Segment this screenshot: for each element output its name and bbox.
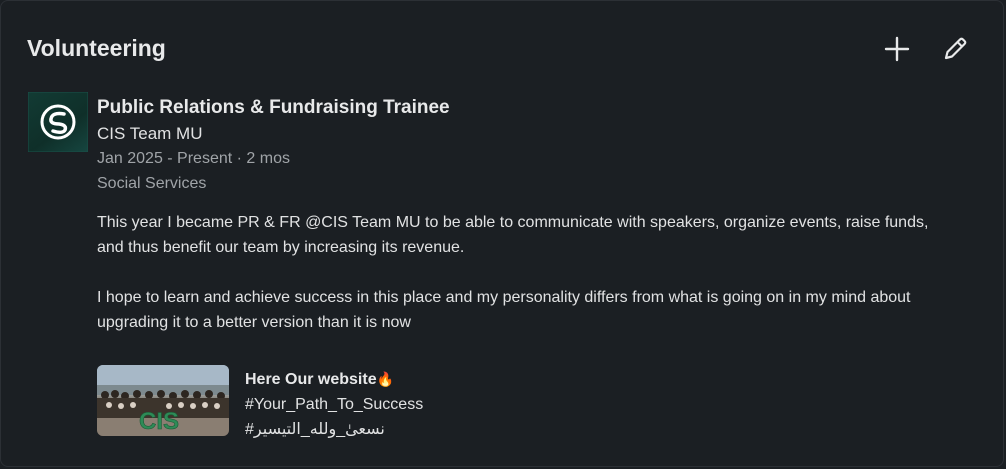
description-paragraph: I hope to learn and achieve success in t… [97,289,911,331]
media-title-text: Here Our website [245,371,377,388]
media-text: Here Our website🔥 #Your_Path_To_Success … [245,365,423,442]
cis-logo-icon [28,92,88,152]
volunteer-entry: Public Relations & Fundraising Trainee C… [97,95,957,335]
pencil-icon [944,37,967,60]
description: This year I became PR & FR @CIS Team MU … [97,210,937,335]
media-title: Here Our website🔥 [245,367,423,392]
date-range: Jan 2025 - Present · 2 mos [97,150,290,167]
description-paragraph: This year I became PR & FR @CIS Team MU … [97,214,929,256]
media-hashtag-arabic: #نسعىٰ_ولله_التيسير [245,421,385,438]
plus-icon [884,36,910,62]
media-attachment[interactable]: CIS Here Our website🔥 #Your_Path_To_Succ… [97,365,423,442]
section-actions [879,31,973,67]
volunteering-card: Volunteering Public Relations & Fundrais… [0,0,1004,467]
cause: Social Services [97,175,207,192]
organization-name: CIS Team MU [97,124,203,143]
organization-logo[interactable] [28,92,88,152]
group-photo-image: CIS [97,365,229,436]
section-title: Volunteering [27,35,166,61]
add-button[interactable] [879,31,915,67]
fire-emoji-icon: 🔥 [376,371,395,387]
media-hashtag-english: #Your_Path_To_Success [245,396,424,413]
thumb-cis-text: CIS [139,408,179,435]
edit-button[interactable] [937,31,973,67]
media-thumbnail[interactable]: CIS [97,365,229,436]
role-title: Public Relations & Fundraising Trainee [97,97,450,118]
